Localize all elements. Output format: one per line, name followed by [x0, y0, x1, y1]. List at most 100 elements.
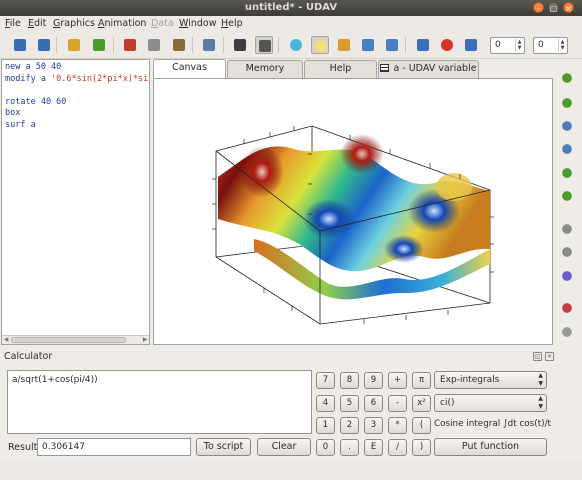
refresh-button[interactable]	[414, 36, 432, 54]
function-category-select[interactable]: Exp-integrals ▲ ▼	[434, 371, 547, 389]
info-button[interactable]	[462, 36, 480, 54]
key-button[interactable]: 5	[340, 395, 359, 412]
toolbar-separator	[223, 37, 224, 53]
redo-button[interactable]	[90, 36, 108, 54]
key-button[interactable]: )	[412, 439, 431, 456]
key-button[interactable]: 9	[364, 372, 383, 389]
undo-button[interactable]	[65, 36, 83, 54]
copy-image-icon[interactable]	[559, 324, 575, 340]
script-code: surf a	[5, 119, 36, 130]
spin-arrows-icon[interactable]: ▲ ▼	[558, 39, 566, 52]
toolbar-separator	[192, 37, 193, 53]
key-button[interactable]: 3	[364, 417, 383, 434]
paste-button[interactable]	[170, 36, 188, 54]
paste-icon	[173, 39, 185, 51]
key-button[interactable]: +	[388, 372, 407, 389]
key-button[interactable]: -	[388, 395, 407, 412]
tab-label: Memory	[245, 63, 285, 74]
plot-canvas[interactable]	[153, 78, 553, 345]
key-button[interactable]: 1	[316, 417, 335, 434]
toolbar-separator	[278, 37, 279, 53]
script-line: box	[5, 108, 20, 118]
scroll-left-icon[interactable]: ◀	[2, 336, 10, 344]
zoom-out-button[interactable]	[383, 36, 401, 54]
menu-graphics[interactable]: Graphics	[53, 18, 95, 29]
tab-help[interactable]: Help	[304, 60, 377, 78]
copy-button[interactable]	[145, 36, 163, 54]
float-panel-icon[interactable]: ◱	[533, 352, 542, 361]
menu-file[interactable]: File	[5, 18, 21, 29]
tab-memory[interactable]: Memory	[227, 60, 303, 78]
close-panel-icon[interactable]: ×	[545, 352, 554, 361]
script-editor[interactable]: new a 50 40modify a '0.6*sin(2*pi*x)*sin…	[1, 59, 150, 345]
menu-window[interactable]: Window	[179, 18, 216, 29]
key-button[interactable]: 7	[316, 372, 335, 389]
table-icon	[380, 64, 390, 72]
spin-arrows-icon[interactable]: ▲ ▼	[515, 39, 523, 52]
stop-animation-icon[interactable]	[559, 268, 575, 284]
key-button[interactable]: E	[364, 439, 383, 456]
tab-canvas[interactable]: Canvas	[153, 59, 226, 79]
menu-edit[interactable]: Edit	[28, 18, 46, 29]
zoom-in-button[interactable]	[359, 36, 377, 54]
calculator-button[interactable]	[255, 36, 273, 54]
key-button[interactable]: π	[412, 372, 431, 389]
key-button[interactable]: 8	[340, 372, 359, 389]
execute-icon	[234, 39, 246, 51]
spin-value: 0	[538, 40, 544, 50]
alpha-button[interactable]	[287, 36, 305, 54]
horizontal-scrollbar[interactable]: ◀ ▶	[2, 335, 149, 344]
cut-button[interactable]	[121, 36, 139, 54]
key-button[interactable]: .	[340, 439, 359, 456]
next-frame-icon[interactable]	[559, 221, 575, 237]
menu-animation[interactable]: Animation	[98, 18, 146, 29]
stop-button[interactable]	[438, 36, 456, 54]
settings-icon[interactable]	[559, 300, 575, 316]
result-value: 0.306147	[42, 442, 85, 452]
rotate-button[interactable]	[335, 36, 353, 54]
function-select[interactable]: ci() ▲ ▼	[434, 394, 547, 412]
prev-frame-icon[interactable]	[559, 244, 575, 260]
tab-a-udav-variable[interactable]: a - UDAV variable	[378, 60, 479, 78]
light-button[interactable]	[311, 36, 329, 54]
scrollbar-thumb[interactable]	[11, 337, 126, 343]
new-file-button[interactable]	[11, 36, 29, 54]
title-bar: untitled* - UDAV – □ ×	[0, 0, 582, 16]
calculator-icon	[259, 40, 271, 52]
menu-help[interactable]: Help	[221, 18, 243, 29]
put-function-button[interactable]: Put function	[434, 438, 547, 456]
menu-data[interactable]: Data	[151, 18, 174, 29]
arrow-up-icon[interactable]	[559, 95, 575, 111]
script-string: '0.6*sin(2*pi*x)*sin(3*pi*y)'	[51, 73, 149, 84]
maximize-button[interactable]: □	[548, 2, 559, 13]
clear-button[interactable]: Clear	[257, 438, 311, 456]
key-button[interactable]: 2	[340, 417, 359, 434]
open-file-button[interactable]	[35, 36, 53, 54]
key-button[interactable]: 6	[364, 395, 383, 412]
find-button[interactable]	[200, 36, 218, 54]
minimize-button[interactable]: –	[533, 2, 544, 13]
close-button[interactable]: ×	[563, 2, 574, 13]
zoom-in-icon[interactable]	[559, 118, 575, 134]
arrow-right-icon[interactable]	[559, 188, 575, 204]
light-icon	[315, 40, 327, 52]
rotation-theta-spinbox[interactable]: 0 ▲ ▼	[490, 37, 525, 54]
key-button[interactable]: *	[388, 417, 407, 434]
zoom-out-icon[interactable]	[559, 141, 575, 157]
spin-value: 0	[495, 40, 501, 50]
key-button[interactable]: 4	[316, 395, 335, 412]
execute-button[interactable]	[231, 36, 249, 54]
key-button[interactable]: 0	[316, 439, 335, 456]
expression-input[interactable]: a/sqrt(1+cos(pi/4))	[7, 370, 312, 434]
key-button[interactable]: (	[412, 417, 431, 434]
rotation-phi-spinbox[interactable]: 0 ▲ ▼	[533, 37, 568, 54]
dropdown-icon: ▲ ▼	[538, 395, 543, 410]
key-button[interactable]: x²	[412, 395, 431, 412]
undo-icon	[68, 39, 80, 51]
arrow-down-icon[interactable]	[559, 165, 575, 181]
to-script-button[interactable]: To script	[196, 438, 251, 456]
key-button[interactable]: /	[388, 439, 407, 456]
arrow-left-icon[interactable]	[559, 70, 575, 86]
result-field[interactable]: 0.306147	[37, 438, 191, 456]
scroll-right-icon[interactable]: ▶	[141, 336, 149, 344]
